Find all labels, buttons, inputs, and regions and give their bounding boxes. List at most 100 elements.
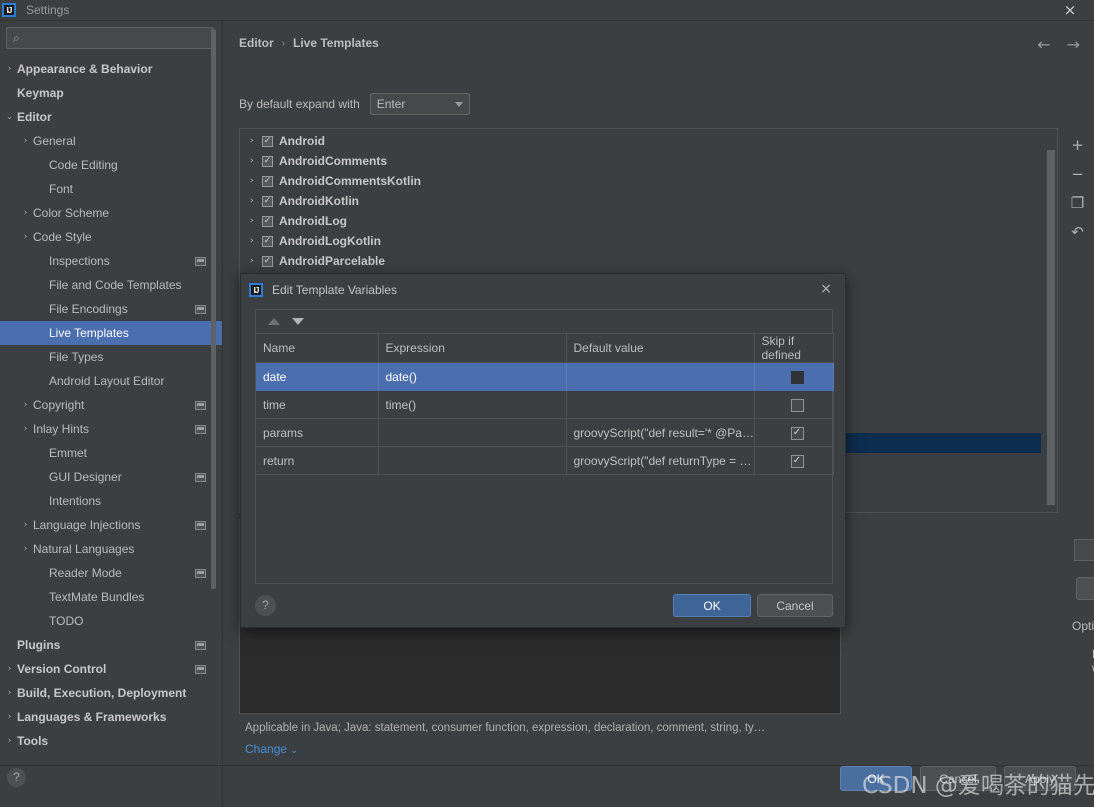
chevron-right-icon[interactable]: › (20, 232, 31, 242)
cell-expression[interactable] (378, 446, 567, 475)
sidebar-item-color-scheme[interactable]: › Color Scheme (0, 201, 222, 225)
cell-default-value[interactable] (566, 390, 755, 419)
cell-skip-if-defined[interactable] (754, 362, 834, 391)
sidebar-item-intentions[interactable]: Intentions (0, 489, 222, 513)
chevron-right-icon[interactable]: › (4, 664, 15, 674)
sidebar-item-version-control[interactable]: › Version Control (0, 657, 222, 681)
checkbox-icon[interactable]: ✓ (790, 454, 804, 468)
forward-arrow-icon[interactable]: → (1067, 35, 1080, 54)
close-icon[interactable]: × (818, 281, 834, 297)
chevron-right-icon[interactable]: › (250, 216, 262, 226)
chevron-right-icon[interactable]: › (20, 520, 31, 530)
copy-icon[interactable]: ❐ (1069, 194, 1087, 212)
sidebar-item-tools[interactable]: › Tools (0, 729, 222, 753)
cell-skip-if-defined[interactable] (754, 390, 834, 419)
checkbox-icon[interactable]: ✓ (262, 235, 273, 247)
cell-skip-if-defined[interactable]: ✓ (754, 446, 834, 475)
sidebar-item-inspections[interactable]: Inspections (0, 249, 222, 273)
back-arrow-icon[interactable]: ← (1037, 35, 1050, 54)
help-button[interactable]: ? (7, 768, 26, 787)
chevron-right-icon[interactable]: › (250, 136, 262, 146)
sidebar-item-file-and-code-templates[interactable]: File and Code Templates (0, 273, 222, 297)
cell-name[interactable]: params (256, 418, 379, 447)
column-header-name[interactable]: Name (256, 333, 379, 363)
sidebar-item-gui-designer[interactable]: GUI Designer (0, 465, 222, 489)
column-header-skip-if-defined[interactable]: Skip if defined (754, 333, 834, 363)
checkbox-icon[interactable]: ✓ (262, 215, 273, 227)
template-description-field[interactable] (1074, 539, 1094, 561)
template-list-scrollbar[interactable] (1047, 130, 1056, 510)
default-expand-select[interactable]: Enter (369, 93, 470, 115)
cell-name[interactable]: return (256, 446, 379, 475)
checkbox-icon[interactable]: ✓ (262, 255, 273, 267)
sidebar-item-textmate-bundles[interactable]: TextMate Bundles (0, 585, 222, 609)
cell-default-value[interactable] (566, 362, 755, 391)
revert-icon[interactable]: ↶ (1069, 223, 1087, 241)
table-row[interactable]: return groovyScript("def returnType = … ✓ (256, 446, 834, 475)
chevron-right-icon[interactable]: › (20, 136, 31, 146)
template-group-row[interactable]: › ✓ Android (240, 131, 1057, 151)
sidebar-item-general[interactable]: › General (0, 129, 222, 153)
sidebar-item-code-style[interactable]: › Code Style (0, 225, 222, 249)
sidebar-item-copyright[interactable]: › Copyright (0, 393, 222, 417)
checkbox-icon[interactable]: ✓ (262, 175, 273, 187)
chevron-right-icon[interactable]: › (4, 712, 15, 722)
sidebar-item-keymap[interactable]: Keymap (0, 81, 222, 105)
table-row[interactable]: params groovyScript("def result='* @Pa… ✓ (256, 418, 834, 447)
template-group-row[interactable]: › ✓ AndroidParcelable (240, 251, 1057, 271)
chevron-right-icon[interactable]: › (20, 208, 31, 218)
chevron-right-icon[interactable]: › (20, 544, 31, 554)
sidebar-item-live-templates[interactable]: Live Templates (0, 321, 222, 345)
cell-expression[interactable] (378, 418, 567, 447)
table-row[interactable]: date date() (256, 362, 834, 391)
checkbox-icon[interactable]: ✓ (790, 426, 804, 440)
template-group-row[interactable]: › ✓ AndroidKotlin (240, 191, 1057, 211)
dialog-help-button[interactable]: ? (255, 595, 276, 616)
sidebar-item-file-types[interactable]: File Types (0, 345, 222, 369)
column-header-expression[interactable]: Expression (378, 333, 567, 363)
sidebar-item-font[interactable]: Font (0, 177, 222, 201)
edit-variables-button[interactable]: Edit variables (1076, 577, 1094, 600)
column-header-default-value[interactable]: Default value (566, 333, 755, 363)
remove-icon[interactable]: − (1069, 165, 1087, 183)
breadcrumb-parent[interactable]: Editor (239, 36, 274, 50)
close-icon[interactable]: × (1062, 2, 1078, 18)
cell-name[interactable]: date (256, 362, 379, 391)
change-context-link[interactable]: Change ⌄ (245, 742, 298, 756)
template-group-row[interactable]: › ✓ AndroidLogKotlin (240, 231, 1057, 251)
sidebar-item-todo[interactable]: TODO (0, 609, 222, 633)
cell-expression[interactable]: time() (378, 390, 567, 419)
chevron-right-icon[interactable]: › (4, 736, 15, 746)
cell-name[interactable]: time (256, 390, 379, 419)
chevron-right-icon[interactable]: › (4, 688, 15, 698)
sidebar-item-plugins[interactable]: Plugins (0, 633, 222, 657)
sidebar-item-emmet[interactable]: Emmet (0, 441, 222, 465)
chevron-right-icon[interactable]: › (250, 156, 262, 166)
cell-default-value[interactable]: groovyScript("def returnType = … (566, 446, 755, 475)
add-icon[interactable]: + (1069, 136, 1087, 154)
sidebar-item-language-injections[interactable]: › Language Injections (0, 513, 222, 537)
sidebar-item-inlay-hints[interactable]: › Inlay Hints (0, 417, 222, 441)
chevron-down-icon[interactable]: ⌄ (4, 112, 15, 122)
checkbox-icon[interactable] (790, 370, 804, 384)
template-group-row[interactable]: › ✓ AndroidComments (240, 151, 1057, 171)
cell-skip-if-defined[interactable]: ✓ (754, 418, 834, 447)
sidebar-item-file-encodings[interactable]: File Encodings (0, 297, 222, 321)
chevron-right-icon[interactable]: › (250, 176, 262, 186)
chevron-right-icon[interactable]: › (250, 196, 262, 206)
sidebar-item-code-editing[interactable]: Code Editing (0, 153, 222, 177)
sidebar-item-natural-languages[interactable]: › Natural Languages (0, 537, 222, 561)
cell-default-value[interactable]: groovyScript("def result='* @Pa… (566, 418, 755, 447)
chevron-right-icon[interactable]: › (250, 256, 262, 266)
sidebar-scrollbar[interactable] (211, 29, 216, 589)
sidebar-item-editor[interactable]: ⌄ Editor (0, 105, 222, 129)
template-group-row[interactable]: › ✓ AndroidLog (240, 211, 1057, 231)
cell-expression[interactable]: date() (378, 362, 567, 391)
chevron-right-icon[interactable]: › (20, 400, 31, 410)
table-row[interactable]: time time() (256, 390, 834, 419)
dialog-cancel-button[interactable]: Cancel (757, 594, 833, 617)
checkbox-icon[interactable] (790, 398, 804, 412)
checkbox-icon[interactable]: ✓ (262, 135, 273, 147)
checkbox-icon[interactable]: ✓ (262, 155, 273, 167)
dialog-ok-button[interactable]: OK (673, 594, 751, 617)
